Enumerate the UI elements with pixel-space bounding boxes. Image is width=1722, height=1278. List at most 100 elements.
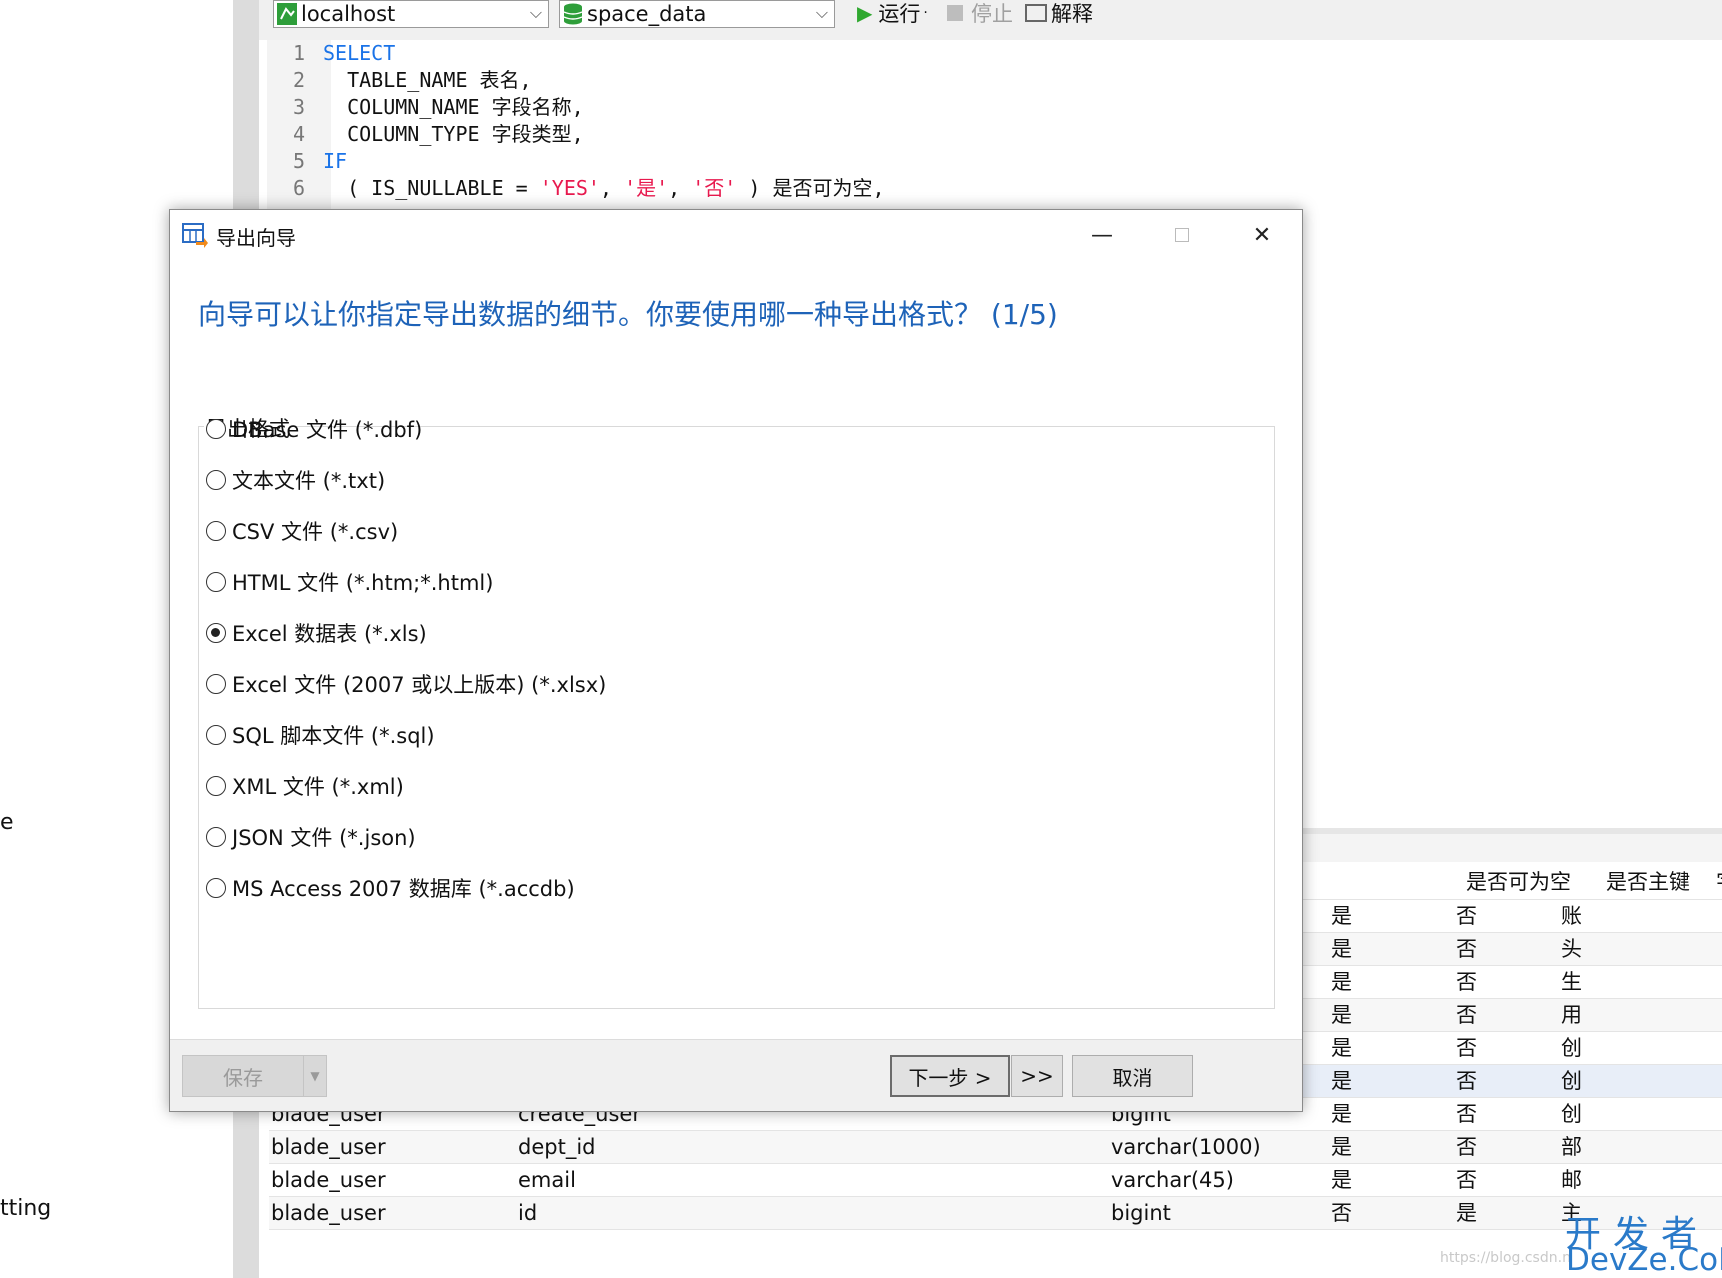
radio-unchecked-icon[interactable]: [206, 521, 226, 541]
export-wizard-dialog: 导出向导 — ✕ 向导可以让你指定导出数据的细节。你要使用哪一种导出格式？ (1…: [169, 209, 1303, 1112]
dialog-titlebar[interactable]: 导出向导 — ✕: [170, 210, 1302, 260]
close-button[interactable]: ✕: [1222, 210, 1302, 260]
export-format-option[interactable]: Excel 文件 (2007 或以上版本) (*.xlsx): [206, 669, 606, 699]
code-line[interactable]: 2 TABLE_NAME 表名,: [267, 67, 532, 94]
cell-comment[interactable]: 邮: [1561, 1164, 1581, 1197]
cell-comment[interactable]: 创: [1561, 1098, 1581, 1131]
chevron-down-icon[interactable]: ⌵: [530, 3, 542, 23]
radio-unchecked-icon[interactable]: [206, 827, 226, 847]
table-row[interactable]: blade_user dept_id varchar(1000) 是 否 部: [269, 1131, 1722, 1164]
cell-primary-key[interactable]: 否: [1456, 1098, 1516, 1131]
export-format-option[interactable]: CSV 文件 (*.csv): [206, 516, 398, 546]
export-format-option[interactable]: DBase 文件 (*.dbf): [206, 414, 422, 444]
radio-unchecked-icon[interactable]: [206, 725, 226, 745]
cell-nullable[interactable]: 否: [1331, 1197, 1391, 1230]
cell-table-name[interactable]: blade_user: [271, 1164, 501, 1197]
cell-nullable[interactable]: 是: [1331, 933, 1391, 966]
watermark-url: https://blog.csdn.n: [1440, 1250, 1571, 1266]
cancel-button[interactable]: 取消: [1072, 1055, 1193, 1097]
column-header-primary[interactable]: 是否主键: [1606, 864, 1690, 900]
radio-unchecked-icon[interactable]: [206, 572, 226, 592]
radio-unchecked-icon[interactable]: [206, 878, 226, 898]
radio-unchecked-icon[interactable]: [206, 470, 226, 490]
sql-editor[interactable]: 1 SELECT 2 TABLE_NAME 表名, 3 COLUMN_NAME 字段名…: [267, 40, 1722, 210]
cell-nullable[interactable]: 是: [1331, 1131, 1391, 1164]
code-line[interactable]: 3 COLUMN_NAME 字段名称,: [267, 94, 584, 121]
radio-checked-icon[interactable]: [206, 623, 226, 643]
cell-nullable[interactable]: 是: [1331, 1032, 1391, 1065]
cell-comment[interactable]: 创: [1561, 1032, 1581, 1065]
code-line[interactable]: 6 ( IS_NULLABLE = 'YES', '是', '否' ) 是否可为…: [267, 175, 885, 202]
cell-nullable[interactable]: 是: [1331, 999, 1391, 1032]
table-row[interactable]: blade_user email varchar(45) 是 否 邮: [269, 1164, 1722, 1197]
export-format-option[interactable]: JSON 文件 (*.json): [206, 822, 416, 852]
minimize-button[interactable]: —: [1062, 210, 1142, 260]
export-format-option[interactable]: MS Access 2007 数据库 (*.accdb): [206, 873, 575, 903]
radio-unchecked-icon[interactable]: [206, 674, 226, 694]
sql-text: TABLE_NAME 表名,: [323, 68, 532, 92]
cell-table-name[interactable]: blade_user: [271, 1197, 501, 1230]
cell-primary-key[interactable]: 否: [1456, 900, 1516, 933]
column-header-nullable[interactable]: 是否可为空: [1466, 864, 1571, 900]
code-line[interactable]: 1 SELECT: [267, 40, 395, 67]
cell-column-type[interactable]: varchar(1000): [1111, 1131, 1451, 1164]
run-button[interactable]: ▶ 运行 ·: [857, 0, 928, 26]
cell-nullable[interactable]: 是: [1331, 966, 1391, 999]
cell-table-name[interactable]: blade_user: [271, 1131, 501, 1164]
chevron-down-icon: ▼: [310, 1069, 320, 1083]
next-button[interactable]: 下一步 >: [890, 1055, 1010, 1097]
cell-comment[interactable]: 用: [1561, 999, 1581, 1032]
last-step-button[interactable]: >>: [1011, 1055, 1063, 1097]
export-format-option[interactable]: XML 文件 (*.xml): [206, 771, 404, 801]
cell-primary-key[interactable]: 否: [1456, 966, 1516, 999]
cell-column-type[interactable]: varchar(45): [1111, 1164, 1451, 1197]
code-line[interactable]: 4 COLUMN_TYPE 字段类型,: [267, 121, 584, 148]
save-button[interactable]: 保存: [182, 1055, 304, 1097]
radio-unchecked-icon[interactable]: [206, 776, 226, 796]
tree-item-fragment[interactable]: e: [0, 810, 14, 835]
export-format-label: DBase 文件 (*.dbf): [232, 418, 423, 442]
cell-nullable[interactable]: 是: [1331, 1098, 1391, 1131]
cell-comment[interactable]: 生: [1561, 966, 1581, 999]
export-format-option[interactable]: SQL 脚本文件 (*.sql): [206, 720, 435, 750]
run-dropdown-icon[interactable]: ·: [923, 5, 927, 21]
cell-nullable[interactable]: 是: [1331, 900, 1391, 933]
save-dropdown-button[interactable]: ▼: [303, 1055, 327, 1097]
cell-primary-key[interactable]: 是: [1456, 1197, 1516, 1230]
cell-nullable[interactable]: 是: [1331, 1065, 1391, 1098]
table-row[interactable]: blade_user id bigint 否是主: [269, 1197, 1722, 1230]
database-select[interactable]: space_data ⌵: [559, 0, 835, 28]
cell-column-name[interactable]: id: [518, 1197, 1098, 1230]
cell-column-name[interactable]: dept_id: [518, 1131, 1098, 1164]
explain-button[interactable]: 解释: [1025, 0, 1093, 26]
cell-primary-key[interactable]: 否: [1456, 999, 1516, 1032]
cell-primary-key[interactable]: 否: [1456, 933, 1516, 966]
cell-comment[interactable]: 账: [1561, 900, 1581, 933]
maximize-button[interactable]: [1142, 210, 1222, 260]
export-format-option[interactable]: HTML 文件 (*.htm;*.html): [206, 567, 493, 597]
radio-unchecked-icon[interactable]: [206, 419, 226, 439]
database-icon: [563, 3, 583, 25]
cell-primary-key[interactable]: 否: [1456, 1164, 1516, 1197]
cell-primary-key[interactable]: 否: [1456, 1032, 1516, 1065]
code-line[interactable]: 5 IF: [267, 148, 347, 175]
cell-primary-key[interactable]: 否: [1456, 1131, 1516, 1164]
cell-comment[interactable]: 头: [1561, 933, 1581, 966]
column-header-comment[interactable]: 字: [1716, 864, 1722, 900]
export-format-option[interactable]: Excel 数据表 (*.xls): [206, 618, 427, 648]
stop-button[interactable]: 停止: [947, 0, 1013, 26]
cell-nullable[interactable]: 是: [1331, 1164, 1391, 1197]
maximize-icon: [1175, 228, 1189, 242]
sql-text: ) 是否可为空,: [736, 176, 885, 200]
cell-column-name[interactable]: email: [518, 1164, 1098, 1197]
chevron-down-icon[interactable]: ⌵: [816, 3, 828, 23]
cell-comment[interactable]: 创: [1561, 1065, 1581, 1098]
export-format-option[interactable]: 文本文件 (*.txt): [206, 465, 385, 495]
tree-item-fragment[interactable]: tting: [0, 1196, 51, 1221]
export-format-group: [198, 426, 1275, 1009]
connection-select[interactable]: localhost ⌵: [273, 0, 549, 28]
cell-column-type[interactable]: bigint: [1111, 1197, 1451, 1230]
cell-comment[interactable]: 部: [1561, 1131, 1581, 1164]
stop-label: 停止: [971, 2, 1013, 26]
cell-primary-key[interactable]: 否: [1456, 1065, 1516, 1098]
